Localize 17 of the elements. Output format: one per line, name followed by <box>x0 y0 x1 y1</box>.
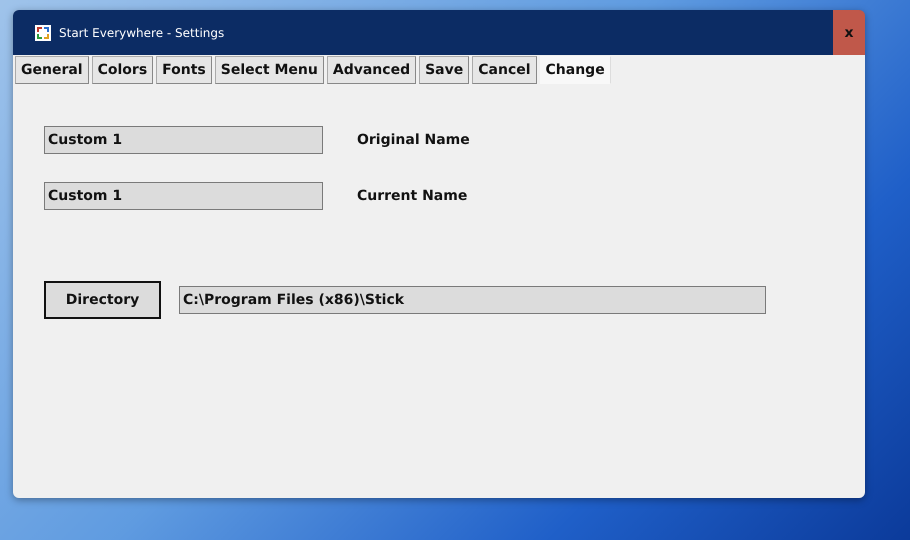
name-field[interactable]: Custom 1 <box>44 126 323 154</box>
tab[interactable]: General <box>15 56 89 84</box>
tab[interactable]: Advanced <box>326 56 416 84</box>
field-label: Current Name <box>357 188 468 204</box>
name-field[interactable]: Custom 1 <box>44 182 323 210</box>
window-title: Start Everywhere - Settings <box>59 26 226 40</box>
tab[interactable]: Cancel <box>472 56 537 84</box>
field-label: Original Name <box>357 132 470 148</box>
tab[interactable]: Save <box>419 56 470 84</box>
close-button[interactable]: x <box>833 10 865 55</box>
tab[interactable]: Change <box>540 56 611 84</box>
app-icon <box>35 24 51 40</box>
tab[interactable]: Colors <box>92 56 154 84</box>
tab[interactable]: Fonts <box>156 56 212 84</box>
directory-button[interactable]: Directory <box>44 281 161 319</box>
tab[interactable]: Select Menu <box>214 56 324 84</box>
directory-field[interactable]: C:\Program Files (x86)\Stick <box>179 286 766 314</box>
